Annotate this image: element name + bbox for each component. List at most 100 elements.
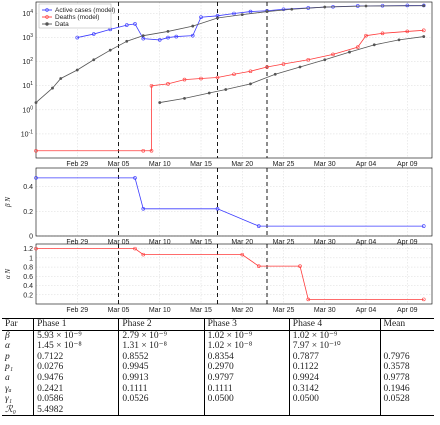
data-point bbox=[323, 58, 327, 62]
series-line bbox=[36, 248, 424, 300]
legend: Active cases (model)Deaths (model)Data bbox=[38, 3, 115, 28]
parameter-value: 0.9924 bbox=[288, 372, 381, 384]
parameter-value: 0.2421 bbox=[33, 383, 119, 395]
y-tick-label: 0.2 bbox=[23, 209, 33, 216]
x-tick-label: Mar 05 bbox=[108, 161, 130, 168]
table-header-cell: Phase 3 bbox=[203, 318, 290, 331]
table-row: α 1.45 × 10⁻⁸ 1.31 × 10⁻⁸ 1.02 × 10⁻⁸ 7.97 ×… bbox=[2, 341, 434, 352]
chart-panel-2: 00.20.4Feb 29 Mar 05 Mar 10 Mar 15 Mar 20 Mar… bbox=[4, 167, 433, 246]
table-row: p 0.7122 0.8552 0.8354 0.7877 0.7976 bbox=[2, 351, 434, 363]
chart-panel-1: 10-1100101102103104Feb 29 Mar 05 Mar 10 Mar… bbox=[21, 1, 433, 168]
y-tick-label: 102 bbox=[22, 57, 33, 66]
parameter-value: 0.9476 bbox=[33, 372, 119, 384]
data-point bbox=[207, 91, 211, 95]
parameter-value: 0.7122 bbox=[33, 351, 119, 363]
y-tick-label: 0.4 bbox=[23, 283, 33, 290]
data-point bbox=[422, 35, 426, 38]
series-active-cases-model- bbox=[75, 3, 426, 42]
data-point bbox=[75, 68, 79, 72]
parameter-value: 0.0526 bbox=[118, 394, 205, 405]
parameter-value bbox=[203, 404, 290, 416]
parameter-value: 7.97 × 10⁻¹⁰ bbox=[288, 341, 381, 352]
y-tick-label: 0.2 bbox=[23, 292, 33, 299]
y-tick-label: 0.4 bbox=[23, 184, 33, 191]
x-tick-label: Mar 15 bbox=[190, 307, 212, 314]
data-point bbox=[224, 88, 228, 91]
parameter-value: 5.93 × 10⁻⁹ bbox=[33, 330, 119, 342]
data-point bbox=[92, 58, 96, 62]
table-row: γₐ 0.2421 0.1111 0.1111 0.3142 0.1946 bbox=[2, 383, 434, 395]
parameter-value: 0.9797 bbox=[203, 372, 290, 384]
y-tick-label: 1.2 bbox=[23, 246, 33, 253]
parameter-value: 0.9945 bbox=[118, 362, 205, 373]
x-tick-label: Apr 04 bbox=[356, 161, 377, 168]
series-line bbox=[36, 29, 424, 152]
data-point bbox=[125, 39, 129, 43]
table-row: γ₁ 0.0586 0.0526 0.0500 0.0500 0.0528 bbox=[2, 394, 434, 405]
parameter-value: 1.02 × 10⁻⁹ bbox=[288, 330, 381, 342]
chart-panel-3: 0.2 0.4 0.6 0.8 1 1.2 Feb 29 Mar 05 Mar 10 Mar 15… bbox=[4, 243, 433, 314]
parameter-name: p₁ bbox=[5, 362, 14, 373]
y-tick-label: 104 bbox=[22, 9, 33, 18]
parameter-value bbox=[379, 330, 434, 342]
parameter-value: 0.0586 bbox=[33, 394, 119, 405]
parameter-value: 0.2970 bbox=[203, 362, 290, 373]
series-line bbox=[34, 246, 426, 302]
table-header-cell: Par bbox=[2, 318, 34, 331]
parameter-value: 1.02 × 10⁻⁸ bbox=[203, 341, 290, 352]
parameter-value: 0.3578 bbox=[379, 362, 434, 373]
data-point bbox=[298, 65, 302, 69]
x-tick-label: Mar 30 bbox=[314, 307, 336, 314]
parameter-value bbox=[379, 404, 434, 416]
parameter-value: 0.9778 bbox=[379, 372, 434, 384]
table-header-cell: Phase 4 bbox=[288, 318, 381, 331]
series-line bbox=[159, 36, 424, 103]
parameter-name: γ₁ bbox=[5, 394, 13, 405]
legend-label: Active cases (model) bbox=[55, 7, 115, 14]
parameter-table: Par Phase 1 Phase 2 Phase 3 Phase 4 Mean β 5.9… bbox=[2, 318, 434, 417]
x-tick-label: Mar 05 bbox=[108, 307, 130, 314]
legend-label: Deaths (model) bbox=[55, 14, 99, 21]
x-tick-label: Mar 10 bbox=[149, 161, 171, 168]
parameter-value: 0.8552 bbox=[118, 351, 205, 363]
data-point bbox=[265, 10, 269, 13]
data-point bbox=[364, 4, 368, 8]
series-line bbox=[36, 177, 424, 227]
data-point bbox=[290, 7, 294, 11]
y-tick-exponent: 0 bbox=[30, 105, 33, 111]
parameter-value bbox=[118, 404, 205, 416]
x-tick-label: Mar 25 bbox=[273, 307, 295, 314]
data-point bbox=[323, 5, 327, 9]
y-tick-exponent: -1 bbox=[29, 129, 34, 135]
parameter-value: 1.02 × 10⁻⁹ bbox=[203, 330, 290, 342]
table-row: ℛ₀ 5.4982 bbox=[2, 404, 434, 416]
legend-marker bbox=[45, 22, 49, 26]
x-tick-label: Mar 20 bbox=[231, 307, 253, 314]
parameter-name: β bbox=[5, 330, 10, 341]
y-tick-label: 0.8 bbox=[23, 265, 33, 272]
table-row: β 5.93 × 10⁻⁹ 2.79 × 10⁻⁹ 1.02 × 10⁻⁹ 1.02 ×… bbox=[2, 330, 434, 342]
parameter-name: a bbox=[5, 372, 10, 383]
parameter-value: 1.31 × 10⁻⁸ bbox=[118, 341, 205, 352]
data-point bbox=[249, 82, 252, 86]
data-point bbox=[183, 96, 186, 100]
y-tick-label: 1 bbox=[29, 255, 33, 262]
data-point bbox=[191, 24, 195, 28]
table-header-cell: Phase 1 bbox=[33, 318, 119, 331]
parameter-name: ℛ₀ bbox=[5, 404, 16, 415]
table-header-cell: Phase 2 bbox=[118, 318, 205, 331]
parameter-value: 0.0276 bbox=[33, 362, 119, 373]
parameter-name: α bbox=[5, 341, 10, 352]
parameter-name: γₐ bbox=[5, 383, 12, 394]
y-axis-label: β N bbox=[4, 197, 12, 208]
y-tick-exponent: 3 bbox=[30, 33, 33, 39]
parameter-table-header: Par Phase 1 Phase 2 Phase 3 Phase 4 Mean bbox=[2, 318, 434, 331]
parameter-value: 0.9913 bbox=[118, 372, 205, 384]
data-point bbox=[158, 101, 162, 104]
parameter-value: 0.1946 bbox=[379, 383, 434, 395]
y-tick-label: 0.6 bbox=[23, 274, 33, 281]
parameter-value bbox=[288, 404, 381, 416]
x-tick-label: Mar 20 bbox=[231, 161, 253, 168]
parameter-value: 0.1111 bbox=[203, 383, 290, 395]
data-point bbox=[273, 72, 277, 76]
